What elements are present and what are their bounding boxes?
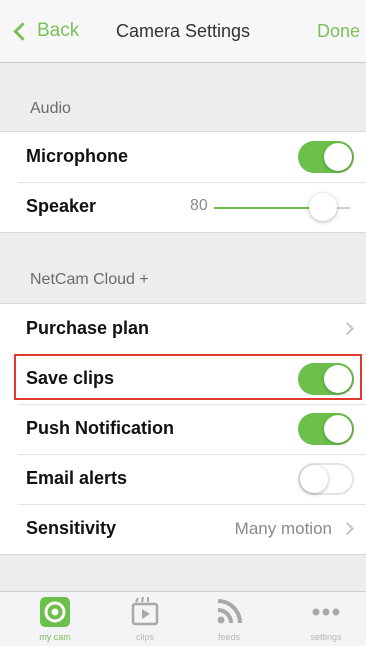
page-title: Camera Settings [116,21,251,41]
row-save-clips: Save clips [0,354,366,404]
section-title-cloud: NetCam Cloud + [30,271,149,288]
row-purchase-plan[interactable]: Purchase plan [0,304,366,354]
toggle-knob [300,465,328,493]
speaker-slider[interactable] [214,193,350,221]
back-button[interactable]: Back [12,20,79,42]
chevron-right-icon [341,322,354,335]
purchase-plan-label: Purchase plan [26,318,150,338]
camera-settings-screen: Back Camera Settings Done Audio Micropho… [0,0,366,646]
cloud-group: Purchase plan Save clips Push Notificati… [0,303,366,555]
back-label: Back [37,20,80,41]
tab-clips[interactable]: clips [110,596,180,642]
push-notification-toggle[interactable] [298,413,354,445]
email-alerts-label: Email alerts [26,468,128,488]
speaker-label: Speaker [26,196,97,216]
chevron-left-icon [13,21,32,41]
microphone-label: Microphone [26,146,128,166]
speaker-value: 80 [190,197,208,214]
save-clips-toggle[interactable] [298,363,354,395]
speaker-slider-fill [214,207,323,209]
navigation-bar: Back Camera Settings Done [0,0,366,63]
sensitivity-label: Sensitivity [26,518,117,538]
row-microphone: Microphone [0,132,366,182]
camera-icon [35,596,75,628]
tab-label-settings: settings [310,632,342,642]
row-speaker: Speaker 80 [0,182,366,232]
toggle-knob [324,143,352,171]
section-title-audio: Audio [30,100,71,117]
more-icon [306,596,346,628]
tab-bar: my cam clips feeds settings [0,591,366,646]
toggle-knob [324,365,352,393]
tab-label-clips: clips [135,632,154,642]
push-notification-label: Push Notification [26,418,174,438]
row-email-alerts: Email alerts [0,454,366,504]
tab-label-feeds: feeds [217,632,241,642]
audio-group: Microphone Speaker 80 [0,131,366,233]
row-sensitivity[interactable]: Sensitivity Many motion [0,504,366,554]
row-push-notification: Push Notification [0,404,366,454]
clips-icon [125,596,165,628]
email-alerts-toggle[interactable] [298,463,354,495]
speaker-slider-knob[interactable] [308,193,337,221]
microphone-toggle[interactable] [298,141,354,173]
tab-feeds[interactable]: feeds [194,596,264,642]
feeds-icon [209,596,249,628]
done-button[interactable]: Done [317,21,360,42]
chevron-right-icon [341,522,354,535]
toggle-knob [324,415,352,443]
tab-my-cam[interactable]: my cam [20,596,90,642]
save-clips-label: Save clips [26,368,115,388]
tab-settings[interactable]: settings [291,596,361,642]
sensitivity-value: Many motion [234,519,332,538]
tab-label-my-cam: my cam [39,632,71,642]
